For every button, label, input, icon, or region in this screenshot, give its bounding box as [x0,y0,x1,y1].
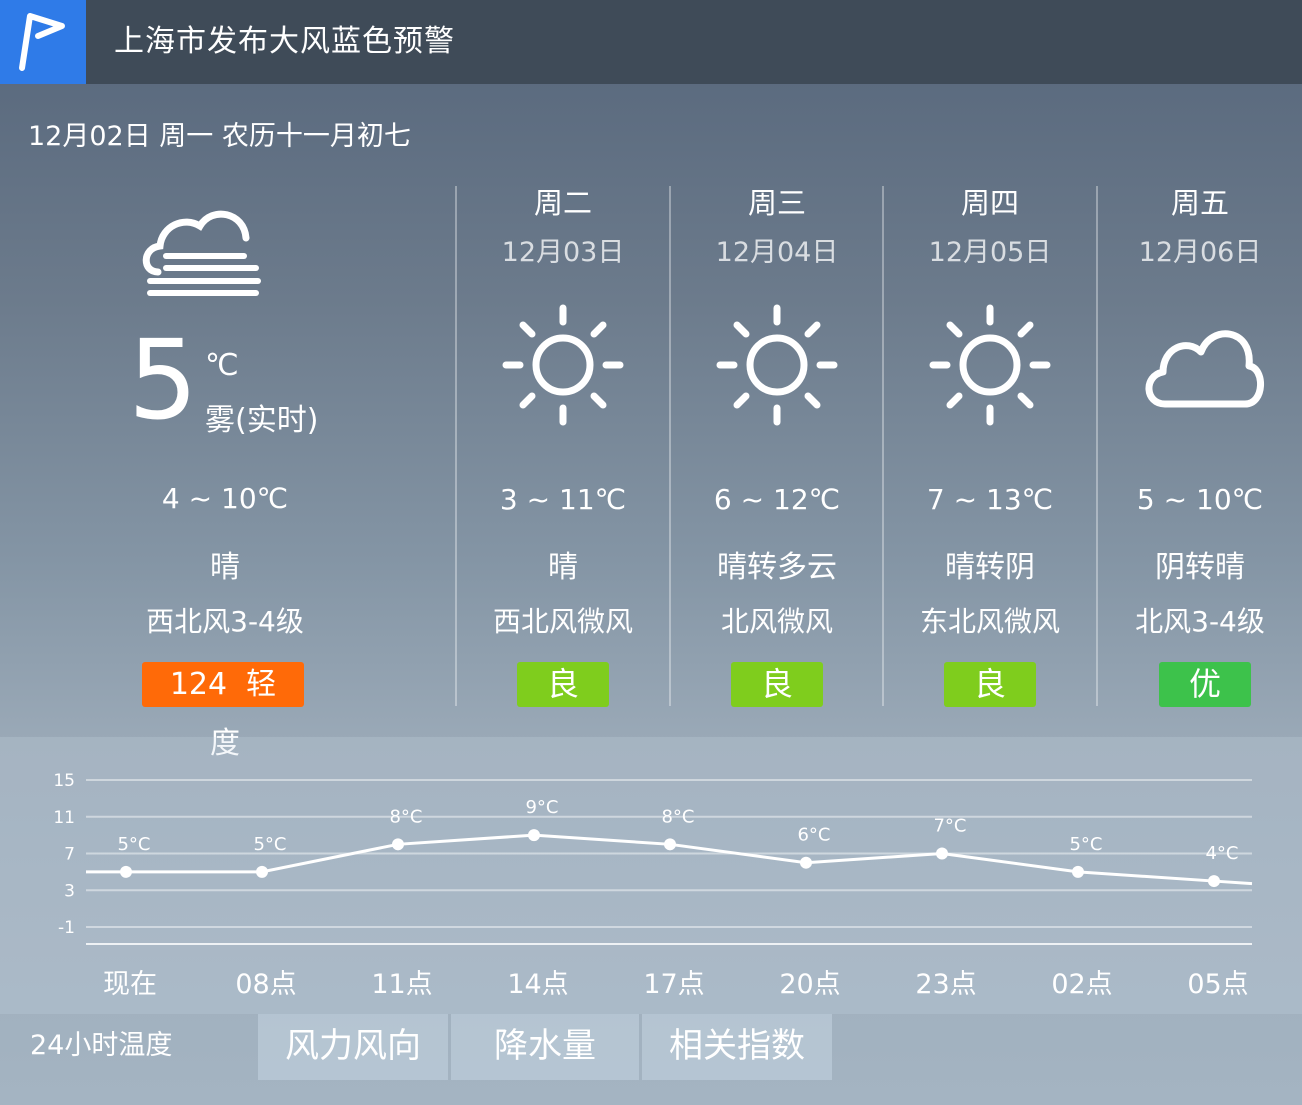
day-wind: 北风微风 [720,605,833,638]
x-tick-label: 02点 [1051,969,1112,1000]
today-condition: 晴 [210,550,240,585]
data-point [528,829,540,842]
x-tick-label: 20点 [779,969,840,1000]
day-condition: 晴 [548,550,578,585]
data-label: 5°C [253,834,286,855]
sun-icon [498,300,628,430]
day-temp-range: 6 ~ 12℃ [713,483,841,516]
day-date: 12月05日 [928,237,1052,268]
day-aqi-badge[interactable]: 良 [517,662,609,707]
x-tick-label: 05点 [1187,969,1248,1000]
cloud-icon [1135,300,1265,430]
data-point [936,847,948,860]
x-tick-label: 08点 [235,969,296,1000]
y-tick-label: 11 [53,808,75,828]
day-condition: 晴转多云 [717,550,837,585]
today-wind: 西北风3-4级 [146,605,304,638]
aqi-level: 轻 [246,667,277,702]
data-label: 6°C [797,825,830,846]
forecast-day-thu[interactable]: 周四 12月05日 7 ~ 13℃ 晴转阴 东北风微风 良 [884,180,1096,740]
data-point [256,865,268,878]
day-temp-range: 5 ~ 10℃ [1136,483,1264,516]
aqi-value: 124 [169,667,228,702]
fog-icon [140,200,265,300]
tab-precipitation[interactable]: 降水量 [451,1014,639,1080]
day-name: 周五 [1170,186,1229,220]
day-name: 周三 [747,186,806,220]
day-wind: 东北风微风 [919,605,1060,638]
day-aqi-badge[interactable]: 优 [1159,662,1251,707]
day-aqi-badge[interactable]: 良 [731,662,823,707]
tab-indices[interactable]: 相关指数 [642,1014,832,1080]
day-aqi-badge[interactable]: 良 [944,662,1036,707]
data-label: 9°C [525,797,558,818]
day-wind: 西北风微风 [492,605,633,638]
sun-icon [925,300,1055,430]
y-tick-label: -1 [58,918,75,938]
y-tick-label: 3 [64,881,75,901]
temperature-chart: 15 11 7 3 -1 5°C 5°C 8°C 9°C 8°C 6°C 7°C 5°C 4°C 现在 08点… [53,771,1253,1000]
today-panel: 5 ℃ 雾(实时) 4 ~ 10℃ 晴 西北风3-4级 124 轻 度 [0,190,450,761]
current-temp: 5 [128,316,198,444]
data-label: 4°C [1205,843,1238,864]
forecast-day-tue[interactable]: 周二 12月03日 3 ~ 11℃ 晴 西北风微风 良 [457,180,669,740]
data-point [120,865,132,878]
x-tick-label: 14点 [507,969,568,1000]
today-temp-range: 4 ~ 10℃ [161,482,289,515]
date-line: 12月02日 周一 农历十一月初七 [28,121,411,152]
tab-wind[interactable]: 风力风向 [258,1014,448,1080]
data-point [1208,875,1220,888]
day-date: 12月03日 [501,237,625,268]
day-condition: 晴转阴 [945,550,1035,585]
forecast-day-wed[interactable]: 周三 12月04日 6 ~ 12℃ 晴转多云 北风微风 良 [671,180,883,740]
y-tick-label: 7 [64,845,75,865]
data-label: 7°C [933,816,966,837]
data-label: 8°C [661,806,694,827]
flag-icon [0,0,86,84]
tab-24h-temperature[interactable]: 24小时温度 [30,1014,230,1080]
day-temp-range: 7 ~ 13℃ [926,483,1054,516]
today-aqi-badge[interactable]: 124 轻 [142,662,304,707]
y-tick-label: 15 [53,771,75,791]
day-name: 周二 [533,186,592,220]
current-condition: 雾(实时) [205,403,319,438]
day-wind: 北风3-4级 [1135,605,1265,638]
data-point [664,838,676,851]
x-tick-label: 17点 [643,969,704,1000]
data-point [392,838,404,851]
x-tick-label: 现在 [103,969,157,1000]
data-point [1072,865,1084,878]
chart-tabs: 24小时温度 风力风向 降水量 相关指数 [0,1014,1302,1080]
alert-bar[interactable]: 上海市发布大风蓝色预警 [0,0,1302,84]
data-label: 5°C [1069,834,1102,855]
day-condition: 阴转晴 [1155,550,1245,585]
day-name: 周四 [960,186,1019,220]
data-point [800,856,812,869]
day-date: 12月04日 [715,237,839,268]
day-date: 12月06日 [1138,237,1262,268]
alert-text[interactable]: 上海市发布大风蓝色预警 [114,22,455,62]
temp-unit: ℃ [205,348,239,383]
x-tick-label: 11点 [371,969,432,1000]
day-temp-range: 3 ~ 11℃ [499,483,627,516]
forecast-day-fri[interactable]: 周五 12月06日 5 ~ 10℃ 阴转晴 北风3-4级 优 [1098,180,1302,740]
x-tick-label: 23点 [915,969,976,1000]
data-label: 8°C [389,806,422,827]
data-label: 5°C [117,834,150,855]
sun-icon [712,300,842,430]
